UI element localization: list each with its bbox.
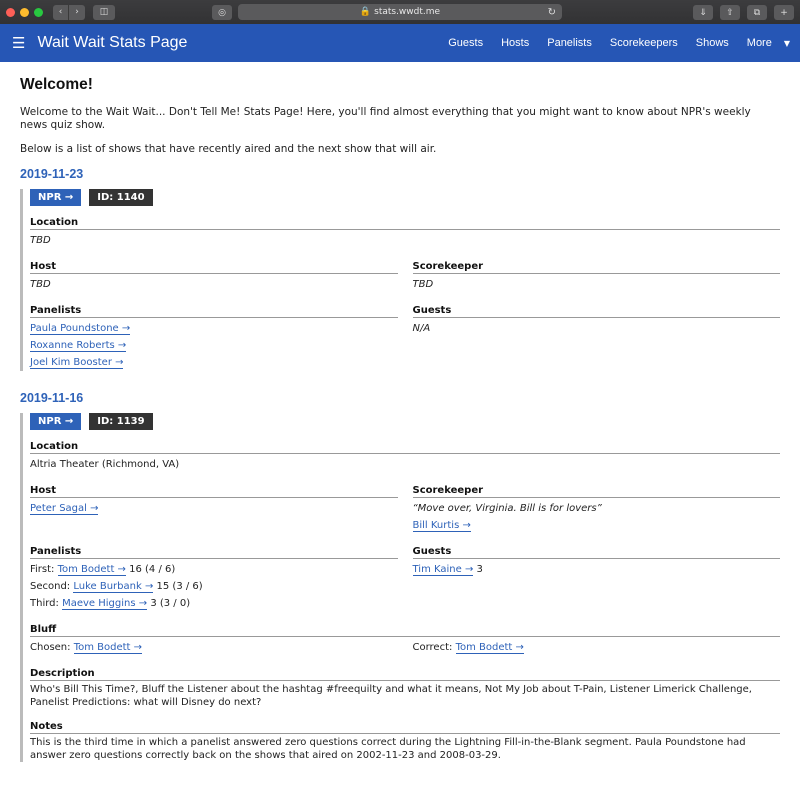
show-id-badge: ID: 1139 xyxy=(89,413,153,430)
minimize-window-button[interactable] xyxy=(20,7,29,17)
rank-label: Third: xyxy=(30,598,59,609)
npr-link-button[interactable]: NPR → xyxy=(30,189,82,206)
nav-link-panelists[interactable]: Panelists xyxy=(547,37,592,49)
scorekeeper-label: Scorekeeper xyxy=(412,261,780,274)
downloads-icon[interactable]: ⇓ xyxy=(693,5,713,20)
bluff-chosen-link[interactable]: Tom Bodett → xyxy=(73,642,143,654)
forward-button[interactable]: › xyxy=(69,4,85,20)
chevron-down-icon[interactable]: ▼ xyxy=(784,39,790,48)
site-navbar: ☰ Wait Wait Stats Page Guests Hosts Pane… xyxy=(0,24,800,62)
reload-icon[interactable]: ↻ xyxy=(548,7,556,18)
bluff-label: Bluff xyxy=(30,624,780,637)
back-button[interactable]: ‹ xyxy=(53,4,69,20)
address-bar[interactable]: 🔒 stats.wwdt.me ↻ xyxy=(238,4,562,20)
guests-label: Guests xyxy=(412,305,780,318)
bluff-chosen-label: Chosen: xyxy=(30,642,71,653)
panelist-score: 15 (3 / 6) xyxy=(156,581,203,592)
main-content: Welcome! Welcome to the Wait Wait... Don… xyxy=(0,62,800,762)
panelists-label: Panelists xyxy=(30,305,398,318)
page-title: Welcome! xyxy=(20,76,93,93)
rank-label: Second: xyxy=(30,581,71,592)
description-text: Who's Bill This Time?, Bluff the Listene… xyxy=(30,684,752,708)
panelist-link[interactable]: Maeve Higgins → xyxy=(62,598,148,610)
description-label: Description xyxy=(30,668,780,681)
scorekeeper-value: TBD xyxy=(412,279,434,290)
lock-icon: 🔒 xyxy=(359,7,372,17)
rank-label: First: xyxy=(30,564,55,575)
host-link[interactable]: Peter Sagal → xyxy=(30,503,99,515)
location-label: Location xyxy=(30,441,780,454)
show-date-link[interactable]: 2019-11-23 xyxy=(20,167,780,181)
privacy-report-icon[interactable]: ◎ xyxy=(212,5,232,20)
new-tab-icon[interactable]: + xyxy=(774,5,794,20)
show-card: NPR → ID: 1140 Location TBD Host TBD Sco… xyxy=(20,189,780,371)
host-label: Host xyxy=(30,485,398,498)
panelist-row: Second: Luke Burbank → 15 (3 / 6) xyxy=(30,578,398,595)
site-brand[interactable]: Wait Wait Stats Page xyxy=(37,34,187,52)
panelists-label: Panelists xyxy=(30,546,398,559)
location-value: Altria Theater (Richmond, VA) xyxy=(30,459,180,470)
npr-link-button[interactable]: NPR → xyxy=(30,413,82,430)
guests-value: N/A xyxy=(412,323,431,334)
nav-link-guests[interactable]: Guests xyxy=(448,37,483,49)
scorekeeper-quote: “Move over, Virginia. Bill is for lovers… xyxy=(412,503,602,514)
bluff-correct-link[interactable]: Tom Bodett → xyxy=(455,642,524,654)
notes-label: Notes xyxy=(30,721,780,734)
window-controls xyxy=(6,7,43,17)
panelist-score: 3 (3 / 0) xyxy=(150,598,191,609)
panelist-link[interactable]: Tom Bodett → xyxy=(57,564,126,576)
close-window-button[interactable] xyxy=(6,7,15,17)
guests-label: Guests xyxy=(412,546,780,559)
bluff-correct-label: Correct: xyxy=(412,642,453,653)
location-label: Location xyxy=(30,217,780,230)
intro-list-text: Below is a list of shows that have recen… xyxy=(20,143,437,155)
scorekeeper-label: Scorekeeper xyxy=(412,485,780,498)
panelist-link[interactable]: Paula Poundstone → xyxy=(30,323,131,335)
guest-row: Tim Kaine → 3 xyxy=(412,561,781,578)
show-card: NPR → ID: 1139 Location Altria Theater (… xyxy=(20,413,780,762)
show-id-badge: ID: 1140 xyxy=(89,189,153,206)
guest-score: 3 xyxy=(476,564,483,575)
sidebar-toggle-icon[interactable]: ◫ xyxy=(93,4,115,20)
show-date-link[interactable]: 2019-11-16 xyxy=(20,391,780,405)
nav-link-hosts[interactable]: Hosts xyxy=(501,37,529,49)
notes-text: This is the third time in which a paneli… xyxy=(30,737,746,761)
nav-link-scorekeepers[interactable]: Scorekeepers xyxy=(610,37,678,49)
url-text: stats.wwdt.me xyxy=(374,7,441,17)
share-icon[interactable]: ⇧ xyxy=(720,5,740,20)
browser-chrome: ‹ › ◫ ◎ 🔒 stats.wwdt.me ↻ ⇓ ⇧ ⧉ + xyxy=(0,0,800,24)
tabs-overview-icon[interactable]: ⧉ xyxy=(747,5,767,20)
intro-text: Welcome to the Wait Wait... Don't Tell M… xyxy=(20,106,751,131)
nav-link-shows[interactable]: Shows xyxy=(696,37,729,49)
panelist-row: First: Tom Bodett → 16 (4 / 6) xyxy=(30,561,398,578)
guest-link[interactable]: Tim Kaine → xyxy=(412,564,474,576)
host-label: Host xyxy=(30,261,398,274)
panelist-link[interactable]: Roxanne Roberts → xyxy=(30,340,127,352)
hamburger-menu-icon[interactable]: ☰ xyxy=(12,35,25,51)
scorekeeper-link[interactable]: Bill Kurtis → xyxy=(412,520,471,532)
panelist-link[interactable]: Joel Kim Booster → xyxy=(30,357,124,369)
nav-link-more[interactable]: More xyxy=(747,37,772,49)
panelist-link[interactable]: Luke Burbank → xyxy=(73,581,154,593)
panelist-score: 16 (4 / 6) xyxy=(129,564,176,575)
zoom-window-button[interactable] xyxy=(34,7,43,17)
location-value: TBD xyxy=(30,235,51,246)
host-value: TBD xyxy=(30,279,51,290)
panelist-row: Third: Maeve Higgins → 3 (3 / 0) xyxy=(30,595,398,612)
